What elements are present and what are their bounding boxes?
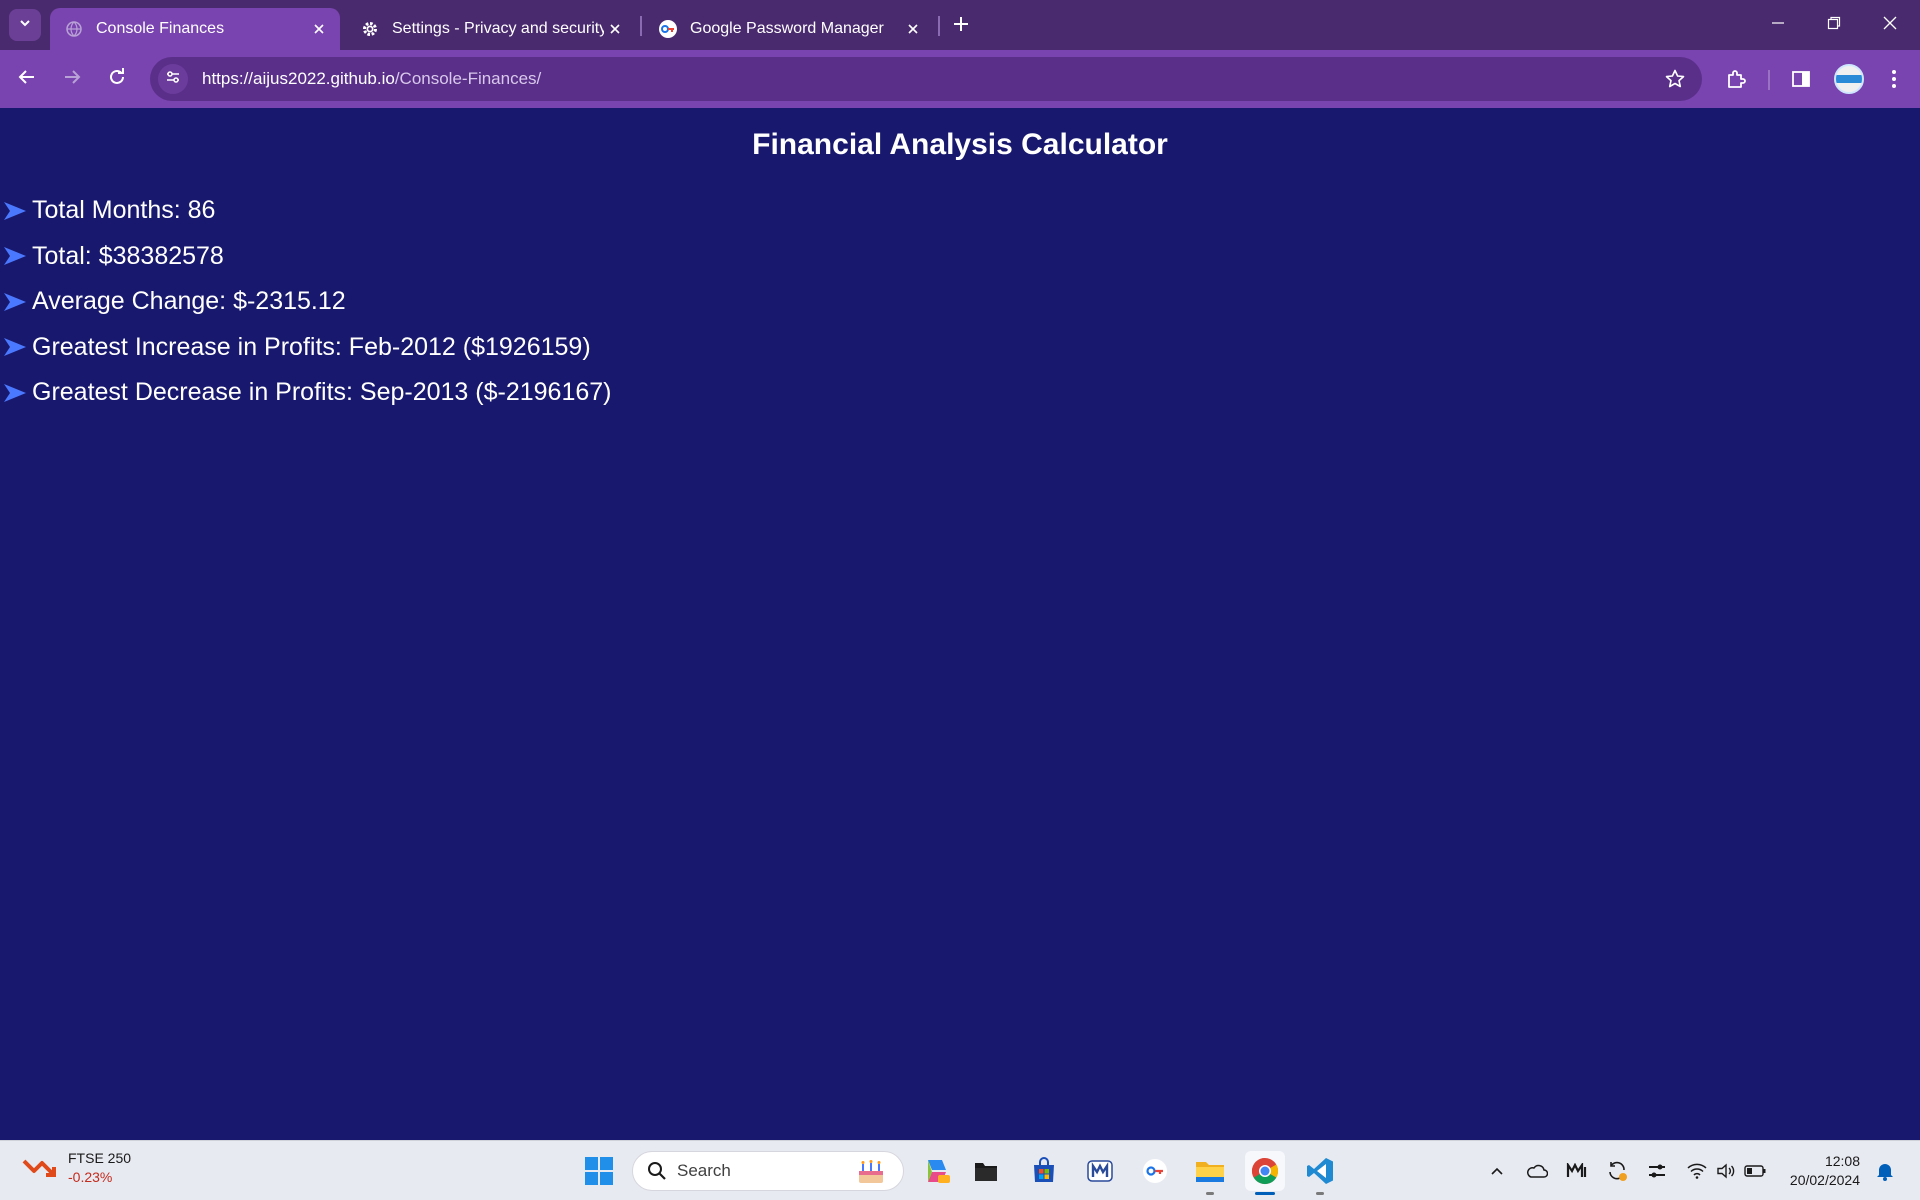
- file-manager-icon[interactable]: [966, 1151, 1006, 1191]
- gear-icon: [360, 19, 380, 39]
- taskbar-search[interactable]: Search: [632, 1151, 904, 1191]
- tab-console-finances[interactable]: Console Finances: [50, 8, 340, 50]
- list-item: Average Change: $-2315.12: [0, 279, 611, 325]
- copilot-icon[interactable]: [917, 1151, 957, 1191]
- site-info-button[interactable]: [158, 64, 188, 94]
- sync-icon[interactable]: [1603, 1157, 1631, 1185]
- url-host: https://aijus2022.github.io: [202, 69, 395, 88]
- tab-title: Google Password Manager: [690, 20, 884, 37]
- chrome-icon[interactable]: [1245, 1151, 1285, 1195]
- bookmark-star-icon[interactable]: [1662, 66, 1688, 92]
- list-item: Greatest Decrease in Profits: Sep-2013 (…: [0, 370, 611, 416]
- toolbar-separator: [1768, 70, 1770, 90]
- minimize-button[interactable]: [1750, 0, 1806, 50]
- battery-icon[interactable]: [1741, 1157, 1769, 1185]
- browser-toolbar: https://aijus2022.github.io/Console-Fina…: [0, 50, 1920, 108]
- vscode-icon[interactable]: [1300, 1151, 1340, 1195]
- side-panel-icon[interactable]: [1785, 63, 1817, 95]
- more-menu-icon[interactable]: [1878, 63, 1910, 95]
- password-manager-icon[interactable]: [1135, 1151, 1175, 1191]
- reload-button[interactable]: [100, 62, 134, 96]
- globe-icon: [64, 19, 84, 39]
- clock-date: 20/02/2024: [1789, 1172, 1860, 1188]
- file-explorer-icon[interactable]: [1190, 1151, 1230, 1195]
- tab-settings[interactable]: Settings - Privacy and security: [346, 8, 636, 50]
- arrow-bullet-icon: [0, 244, 30, 268]
- web-page: Financial Analysis Calculator Total Mont…: [0, 108, 1920, 1140]
- list-item: Total: $38382578: [0, 234, 611, 280]
- stock-name: FTSE 250: [68, 1150, 132, 1166]
- profile-avatar[interactable]: [1834, 64, 1864, 94]
- plus-icon: [953, 16, 969, 37]
- back-button[interactable]: [10, 62, 44, 96]
- list-item: Total Months: 86: [0, 188, 611, 234]
- tab-separator: [640, 16, 642, 36]
- arrow-left-icon: [18, 68, 36, 91]
- url-path: /Console-Finances/: [394, 69, 542, 88]
- tab-title: Settings - Privacy and security: [392, 20, 604, 37]
- arrow-bullet-icon: [0, 335, 30, 359]
- tab-title: Console Finances: [96, 20, 225, 37]
- taskbar: FTSE 250 -0.23% Search 12:08 20/02/2024: [0, 1140, 1920, 1200]
- list-item: Greatest Increase in Profits: Feb-2012 (…: [0, 325, 611, 371]
- chevron-down-icon: [18, 16, 32, 35]
- password-manager-icon: [658, 19, 678, 39]
- arrow-bullet-icon: [0, 199, 30, 223]
- forward-button[interactable]: [55, 62, 89, 96]
- wifi-icon[interactable]: [1683, 1157, 1711, 1185]
- tune-icon: [165, 69, 181, 90]
- clock-time: 12:08: [1824, 1153, 1860, 1169]
- reload-icon: [108, 67, 126, 91]
- arrow-bullet-icon: [0, 381, 30, 405]
- close-icon[interactable]: [902, 18, 924, 40]
- new-tab-button[interactable]: [948, 13, 974, 39]
- mail-icon[interactable]: [1080, 1151, 1120, 1191]
- volume-icon[interactable]: [1712, 1157, 1740, 1185]
- stock-widget[interactable]: FTSE 250 -0.23%: [22, 1149, 131, 1187]
- total-text: Total: $38382578: [32, 241, 224, 270]
- search-placeholder: Search: [677, 1161, 731, 1180]
- restore-icon: [1827, 16, 1841, 35]
- arrow-right-icon: [63, 68, 81, 91]
- tab-search-button[interactable]: [9, 9, 41, 41]
- address-bar[interactable]: https://aijus2022.github.io/Console-Fina…: [150, 57, 1702, 101]
- arrow-bullet-icon: [0, 290, 30, 314]
- search-icon: [647, 1161, 667, 1181]
- close-icon[interactable]: [604, 18, 626, 40]
- tab-strip: Console Finances Settings - Privacy and …: [0, 0, 1920, 50]
- url-text: https://aijus2022.github.io/Console-Fina…: [202, 69, 541, 89]
- microsoft-store-icon[interactable]: [1024, 1151, 1064, 1191]
- greatest-increase-text: Greatest Increase in Profits: Feb-2012 (…: [32, 332, 591, 361]
- average-change-text: Average Change: $-2315.12: [32, 287, 346, 316]
- chevron-up-icon[interactable]: [1483, 1157, 1511, 1185]
- restore-button[interactable]: [1806, 0, 1862, 50]
- stock-change: -0.23%: [68, 1169, 113, 1185]
- tab-password-manager[interactable]: Google Password Manager: [644, 8, 934, 50]
- greatest-decrease-text: Greatest Decrease in Profits: Sep-2013 (…: [32, 378, 612, 407]
- cake-icon: [855, 1158, 887, 1191]
- tab-separator: [938, 16, 940, 36]
- results-list: Total Months: 86 Total: $38382578 Averag…: [0, 188, 611, 416]
- close-icon[interactable]: [308, 18, 330, 40]
- extensions-icon[interactable]: [1720, 63, 1752, 95]
- onedrive-icon[interactable]: [1523, 1157, 1551, 1185]
- system-clock[interactable]: 12:08 20/02/2024: [1780, 1152, 1860, 1190]
- close-icon: [1883, 16, 1897, 35]
- minimize-icon: [1771, 16, 1785, 35]
- mail-tray-icon[interactable]: [1563, 1157, 1591, 1185]
- stock-chart-icon: [22, 1153, 56, 1184]
- close-window-button[interactable]: [1862, 0, 1918, 50]
- notification-bell-icon[interactable]: [1871, 1157, 1899, 1185]
- page-title: Financial Analysis Calculator: [752, 128, 1168, 161]
- start-icon[interactable]: [579, 1151, 619, 1191]
- toggle-settings-icon[interactable]: [1643, 1157, 1671, 1185]
- total-months-text: Total Months: 86: [32, 196, 216, 225]
